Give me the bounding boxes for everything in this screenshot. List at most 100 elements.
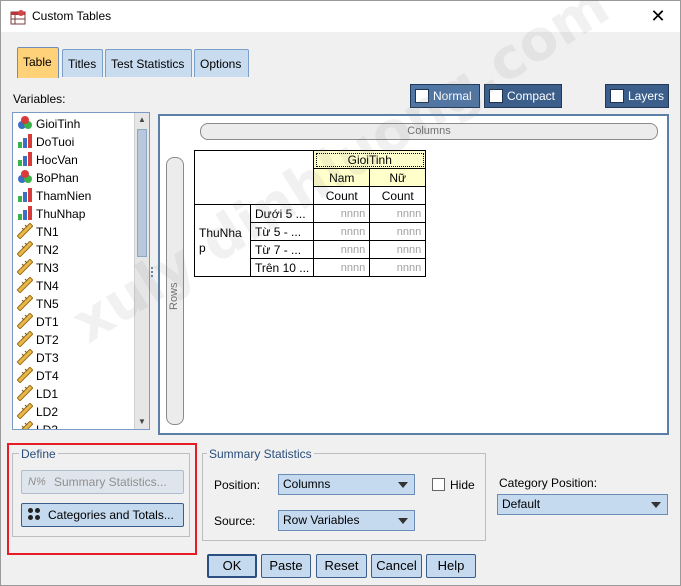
nominal-icon	[17, 115, 33, 131]
variable-item[interactable]: HocVan	[17, 151, 78, 169]
variable-name: DT2	[36, 333, 59, 347]
variable-name: HocVan	[36, 153, 78, 167]
variable-item[interactable]: GioiTinh	[17, 115, 80, 133]
tab-test-statistics[interactable]: Test Statistics	[105, 49, 192, 77]
scrollbar-thumb[interactable]	[137, 129, 147, 257]
ordinal-icon	[17, 133, 33, 149]
grid-icon	[415, 89, 429, 103]
variable-item[interactable]: TN2	[16, 240, 59, 259]
variable-name: TN3	[36, 261, 59, 275]
row-variable-header[interactable]: ThuNhap	[194, 204, 251, 277]
stat-header: Count	[313, 186, 371, 205]
data-cell: nnnn	[313, 240, 371, 259]
variables-list[interactable]: GioiTinh DoTuoi HocVan BoPhan ThamNien ThuNha…	[12, 112, 150, 430]
ok-button[interactable]: OK	[207, 554, 257, 578]
scale-icon	[16, 330, 34, 348]
layers-button[interactable]: Layers	[605, 84, 669, 108]
variable-item[interactable]: LD3	[16, 420, 58, 429]
data-cell: nnnn	[313, 258, 371, 277]
variable-item[interactable]: ThamNien	[17, 187, 91, 205]
row-category[interactable]: Dưới 5 ...	[249, 204, 315, 223]
scale-icon	[16, 366, 34, 384]
variable-item[interactable]: LD2	[16, 402, 59, 421]
variables-label: Variables:	[13, 92, 66, 106]
data-cell: nnnn	[369, 240, 427, 259]
row-category[interactable]: Từ 5 - ...	[249, 222, 315, 241]
chevron-down-icon	[651, 502, 661, 508]
variable-name: ThuNhap	[36, 207, 86, 221]
scale-icon	[16, 294, 34, 312]
compact-view-label: Compact	[507, 89, 556, 103]
tab-table[interactable]: Table	[17, 47, 59, 78]
column-category-nam[interactable]: Nam	[313, 168, 371, 187]
variable-name: DT3	[36, 351, 59, 365]
scale-icon	[16, 402, 34, 420]
table-preview: GioiTinh Nam Nữ Count Count ThuNhap Dưới…	[193, 150, 427, 277]
scroll-up-icon[interactable]: ▲	[135, 113, 149, 127]
category-position-select[interactable]: Default	[497, 494, 668, 515]
category-position-label: Category Position:	[499, 476, 598, 490]
variable-item[interactable]: TN5	[16, 294, 59, 313]
variable-item[interactable]: TN3	[16, 258, 59, 277]
variable-item[interactable]: DoTuoi	[17, 133, 74, 151]
cancel-button[interactable]: Cancel	[371, 554, 422, 578]
variable-name: LD1	[36, 387, 59, 401]
position-select[interactable]: Columns	[278, 474, 415, 495]
scroll-down-icon[interactable]: ▼	[135, 415, 149, 429]
variable-item[interactable]: ThuNhap	[17, 205, 85, 223]
scale-icon	[16, 222, 34, 240]
window-title: Custom Tables	[32, 9, 112, 23]
row-category[interactable]: Trên 10 ...	[249, 258, 315, 277]
stat-header: Count	[369, 186, 427, 205]
variable-name: TN2	[36, 243, 59, 257]
variable-name: LD2	[36, 405, 59, 419]
scale-icon	[16, 240, 34, 258]
scale-icon	[16, 348, 34, 366]
scale-icon	[16, 312, 34, 330]
source-label: Source:	[214, 514, 256, 528]
paste-button[interactable]: Paste	[261, 554, 311, 578]
variable-item[interactable]: DT4	[16, 366, 59, 385]
columns-drop-zone[interactable]: Columns	[200, 123, 658, 140]
close-icon[interactable]: ✕	[644, 4, 672, 28]
hide-checkbox[interactable]	[432, 478, 445, 491]
variable-item[interactable]: LD1	[16, 384, 59, 403]
variable-item[interactable]: DT3	[16, 348, 59, 367]
variable-item[interactable]: TN1	[16, 222, 59, 241]
source-select[interactable]: Row Variables	[278, 510, 415, 531]
normal-view-button[interactable]: Normal	[410, 84, 480, 108]
position-label: Position:	[214, 478, 261, 492]
variable-name: DoTuoi	[36, 135, 75, 149]
column-variable-header[interactable]: GioiTinh	[313, 150, 427, 169]
layers-label: Layers	[627, 89, 664, 103]
splitter-grip-icon	[151, 267, 155, 277]
chevron-down-icon	[398, 518, 408, 524]
compact-view-button[interactable]: Compact	[484, 84, 562, 108]
variable-item[interactable]: DT1	[16, 312, 59, 331]
position-value: Columns	[283, 477, 331, 491]
data-cell: nnnn	[313, 204, 371, 223]
reset-button[interactable]: Reset	[316, 554, 367, 578]
variable-name: TN1	[36, 225, 59, 239]
variable-name: BoPhan	[36, 171, 79, 185]
help-button[interactable]: Help	[426, 554, 476, 578]
custom-tables-dialog: Custom Tables ✕ Table Titles Test Statis…	[0, 0, 681, 586]
title-bar: Custom Tables ✕	[1, 1, 680, 32]
data-cell: nnnn	[369, 222, 427, 241]
tab-options[interactable]: Options	[194, 49, 249, 77]
variable-name: DT4	[36, 369, 59, 383]
variable-item[interactable]: BoPhan	[17, 169, 79, 187]
variables-scrollbar[interactable]: ▲ ▼	[134, 113, 149, 429]
variable-name: ThamNien	[36, 189, 92, 203]
variable-item[interactable]: DT2	[16, 330, 59, 349]
variable-name: GioiTinh	[36, 117, 81, 131]
normal-view-label: Normal	[433, 89, 472, 103]
row-category[interactable]: Từ 7 - ...	[249, 240, 315, 259]
column-category-nu[interactable]: Nữ	[369, 168, 427, 187]
variable-item[interactable]: TN4	[16, 276, 59, 295]
source-value: Row Variables	[283, 513, 360, 527]
tab-titles[interactable]: Titles	[62, 49, 103, 77]
ordinal-icon	[17, 205, 33, 221]
summary-statistics-legend: Summary Statistics	[207, 447, 314, 461]
category-position-value: Default	[502, 497, 541, 511]
